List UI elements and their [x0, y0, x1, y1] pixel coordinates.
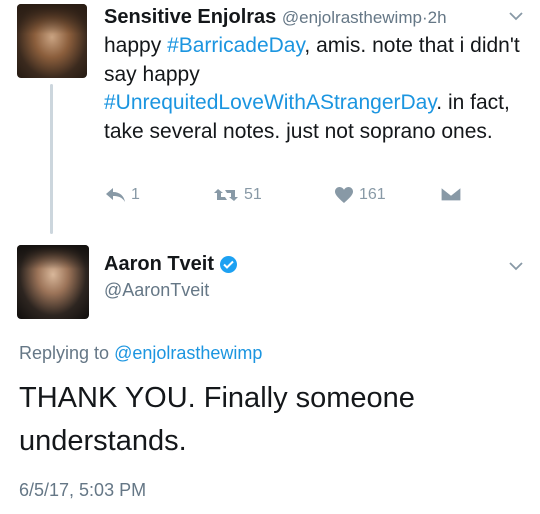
tweet1-actions: 1 51 161 — [0, 186, 540, 208]
tweet1-text: happy #BarricadeDay, amis. note that i d… — [104, 32, 524, 146]
chevron-down-icon[interactable] — [508, 258, 524, 276]
like-button[interactable]: 161 — [334, 186, 386, 204]
replying-mention-link[interactable]: @enjolrasthewimp — [114, 343, 262, 363]
tweet2-text: THANK YOU. Finally someone understands. — [19, 382, 415, 457]
reply-icon — [104, 187, 126, 203]
reply-count: 1 — [131, 186, 140, 203]
hashtag-barricadeday[interactable]: #BarricadeDay — [167, 34, 304, 57]
reply-button[interactable]: 1 — [104, 186, 140, 204]
tweet1-handle[interactable]: @enjolrasthewimp — [282, 8, 422, 27]
like-count: 161 — [359, 186, 386, 203]
retweet-count: 51 — [244, 186, 262, 203]
tweet1-header: Sensitive Enjolras @enjolrasthewimp·2h — [104, 6, 447, 29]
heart-icon — [334, 186, 354, 204]
tweet2-header: Aaron Tveit — [104, 253, 238, 276]
replying-to: Replying to @enjolrasthewimp — [19, 343, 262, 364]
tweet2-display-name[interactable]: Aaron Tveit — [104, 253, 214, 276]
tweet1-display-name[interactable]: Sensitive Enjolras — [104, 6, 276, 28]
retweet-button[interactable]: 51 — [213, 186, 262, 204]
message-icon — [440, 186, 462, 202]
tweet1-text-part: happy — [104, 34, 168, 57]
avatar-sensitive-enjolras[interactable] — [17, 4, 87, 78]
verified-icon — [220, 256, 238, 273]
avatar-aaron-tveit[interactable] — [17, 245, 89, 319]
avatar-shading — [17, 245, 89, 269]
thread-connector — [50, 84, 53, 234]
avatar-shading — [17, 4, 87, 34]
tweet2-date[interactable]: 6/5/17, 5:03 PM — [19, 480, 146, 501]
retweet-icon — [213, 186, 239, 204]
tweet2-handle[interactable]: @AaronTveit — [104, 280, 209, 301]
hashtag-unrequitedlove[interactable]: #UnrequitedLoveWithAStrangerDay — [104, 91, 436, 114]
chevron-down-icon[interactable] — [508, 8, 524, 26]
direct-message-button[interactable] — [440, 186, 462, 202]
replying-prefix: Replying to — [19, 343, 115, 363]
tweet1-timestamp[interactable]: 2h — [428, 8, 447, 27]
